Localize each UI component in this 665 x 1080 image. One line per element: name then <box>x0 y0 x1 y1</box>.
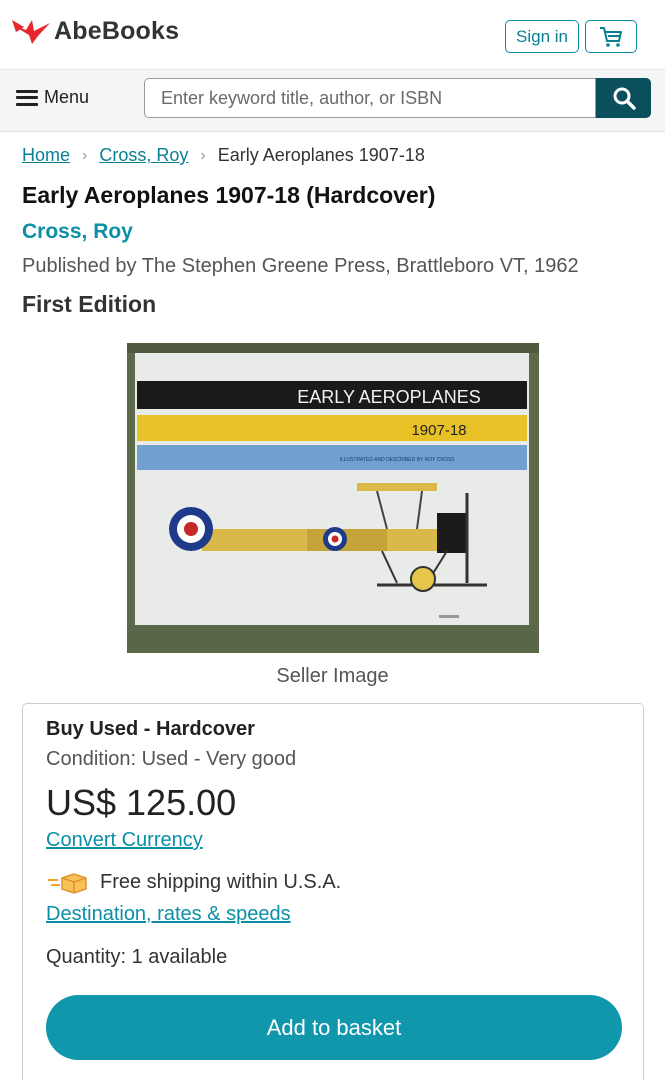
cart-icon <box>600 26 622 47</box>
menu-button[interactable]: Menu <box>16 87 89 108</box>
breadcrumb-current: Early Aeroplanes 1907-18 <box>217 145 425 165</box>
book-cover-image[interactable]: EARLY AEROPLANES 1907-18 ILLUSTRATED AND… <box>127 343 539 653</box>
edition-label: First Edition <box>22 291 157 317</box>
shipping-info: Free shipping within U.S.A. <box>46 871 341 894</box>
breadcrumb-author-link[interactable]: Cross, Roy <box>99 145 188 166</box>
sign-in-button[interactable]: Sign in <box>505 20 579 53</box>
breadcrumb: Home › Cross, Roy › Early Aeroplanes 190… <box>22 145 425 166</box>
cover-subtitle: ILLUSTRATED AND DESCRIBED BY ROY CROSS <box>339 457 455 463</box>
nav-bar: Menu <box>0 70 665 132</box>
cover-years: 1907-18 <box>411 422 466 439</box>
abebooks-logo[interactable]: AbeBooks <box>12 14 179 48</box>
convert-currency-link[interactable]: Convert Currency <box>46 829 203 852</box>
author-link[interactable]: Cross, Roy <box>22 220 133 244</box>
chevron-right-icon: › <box>82 146 88 164</box>
hamburger-icon <box>16 89 38 106</box>
image-caption: Seller Image <box>276 665 389 687</box>
publisher-info: Published by The Stephen Greene Press, B… <box>22 255 579 277</box>
bird-logo-icon <box>12 20 50 44</box>
top-bar: AbeBooks Sign in <box>0 0 665 70</box>
cover-title: EARLY AEROPLANES <box>297 387 480 407</box>
quantity-text: Quantity: 1 available <box>46 946 228 968</box>
buy-card: Buy Used - Hardcover Condition: Used - V… <box>22 703 644 1080</box>
cart-button[interactable] <box>585 20 637 53</box>
add-to-basket-button[interactable]: Add to basket <box>46 995 622 1060</box>
breadcrumb-home-link[interactable]: Home <box>22 145 70 166</box>
search-button[interactable] <box>596 78 651 118</box>
logo-text: AbeBooks <box>54 16 180 45</box>
buy-heading: Buy Used - Hardcover <box>46 718 255 740</box>
destination-rates-link[interactable]: Destination, rates & speeds <box>46 903 291 926</box>
shipping-box-icon <box>48 872 87 894</box>
search-icon <box>613 87 636 110</box>
condition-text: Condition: Used - Very good <box>46 748 297 770</box>
menu-label: Menu <box>44 87 90 107</box>
search-input[interactable] <box>144 78 596 118</box>
chevron-right-icon: › <box>200 146 206 164</box>
page-title: Early Aeroplanes 1907-18 (Hardcover) <box>22 182 436 208</box>
shipping-text: Free shipping within U.S.A. <box>100 871 342 893</box>
price: US$ 125.00 <box>46 782 237 823</box>
